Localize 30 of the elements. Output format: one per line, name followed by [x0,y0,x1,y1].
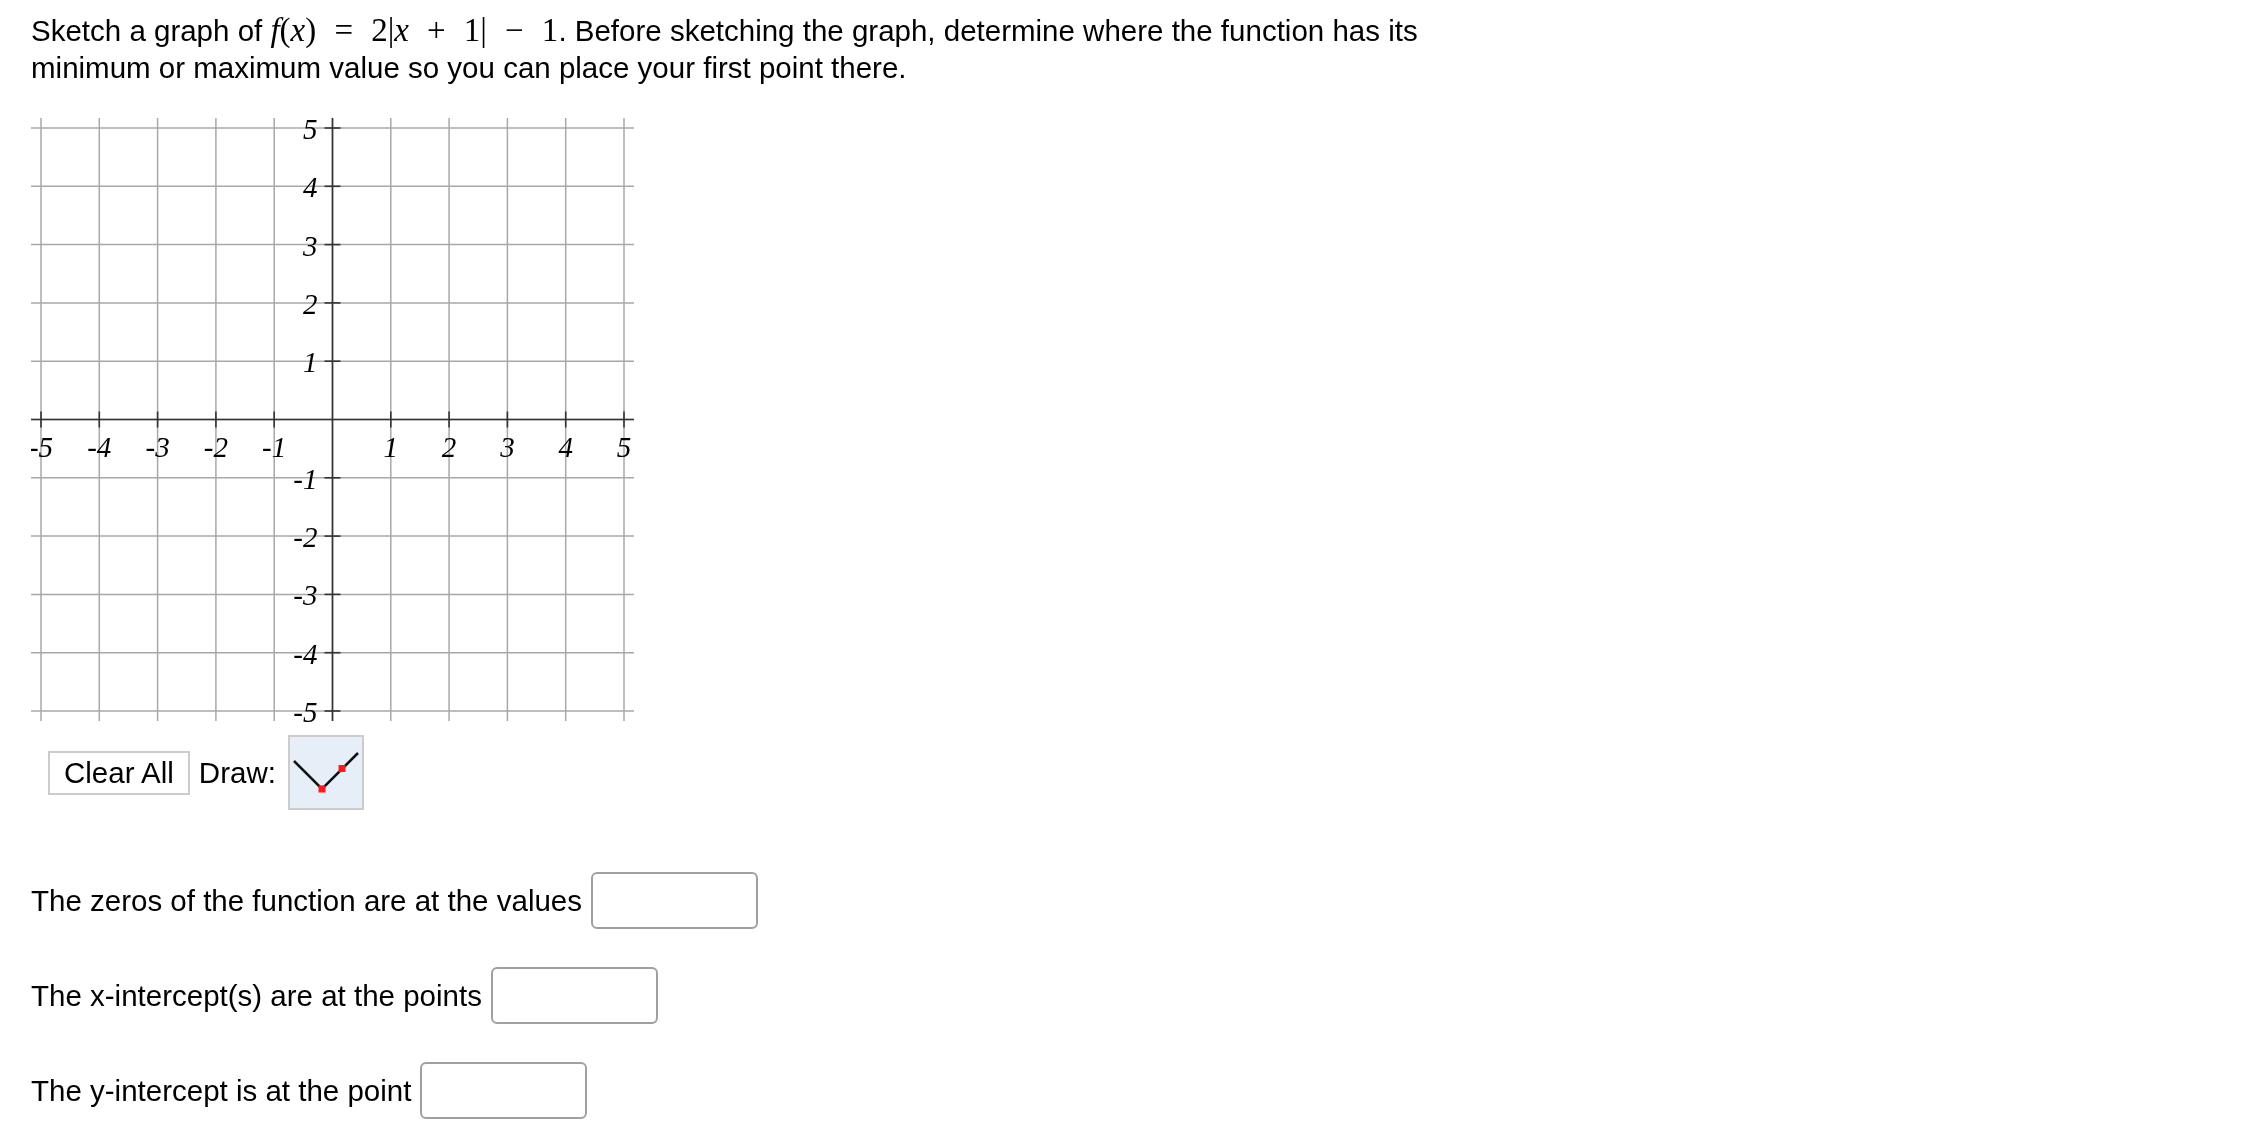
x-tick-label: 2 [441,430,457,463]
y-tick-label: -3 [293,579,318,612]
question-text: The y-intercept is at the point [31,1073,412,1108]
y-tick-label: 1 [303,346,318,379]
answer-field[interactable] [420,1062,588,1119]
question-text: The zeros of the function are at the values [31,883,582,918]
y-tick-label: 5 [303,118,318,145]
draw-label: Draw: [198,755,276,790]
answer-field[interactable] [591,872,758,929]
question-text: Sketch a graph of f(x) = 2|x + 1| − 1. Before sketching the graph, determine where the function has its minimum or maximum value so you can place your first point there. [31,12,1419,86]
clear-all-button[interactable]: Clear All [48,750,190,795]
question-text: The x-intercept(s) are at the points [31,978,482,1013]
y-tick-label: 3 [303,229,318,262]
v-graph-icon [292,751,359,794]
y-tick-label: -2 [293,521,318,554]
x-tick-label: -1 [262,430,287,463]
y-tick-label: -4 [293,637,318,670]
answer-field[interactable] [490,967,658,1024]
x-tick-label: 1 [383,430,399,463]
x-tick-label: -3 [145,430,170,463]
y-tick-label: 4 [303,171,318,204]
y-tick-label: -1 [293,462,318,495]
x-tick-label: -2 [203,430,228,463]
x-tick-label: -4 [87,430,112,463]
x-tick-label: 3 [500,430,515,463]
x-tick-label: 5 [616,430,632,463]
x-tick-label: 4 [558,430,573,463]
y-tick-label: 2 [303,287,318,320]
draw-tool-button[interactable] [287,735,364,810]
y-tick-label: -5 [293,696,318,728]
